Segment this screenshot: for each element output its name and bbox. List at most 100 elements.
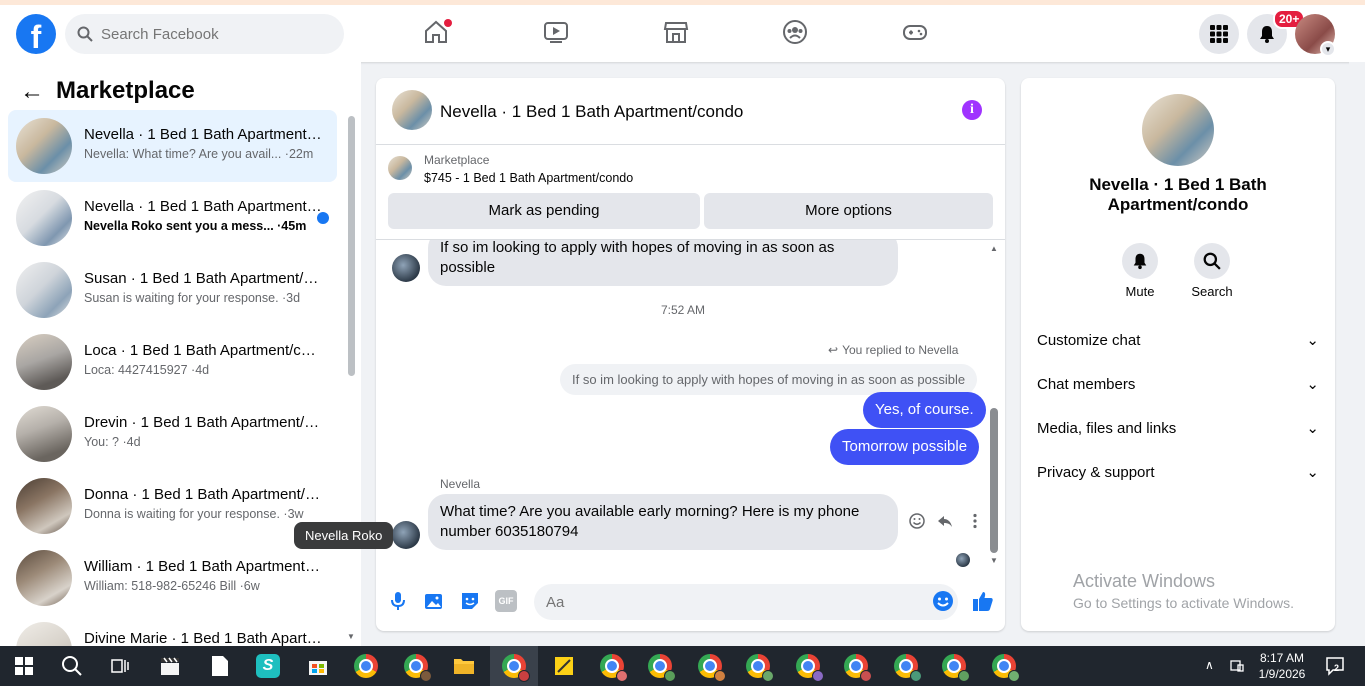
watch-icon[interactable] [543,19,569,45]
thumbs-up-icon[interactable] [972,590,994,612]
conversation-preview: Donna is waiting for your response. ·3w [84,507,304,521]
start-button[interactable] [0,646,48,686]
taskbar-app-store[interactable] [294,646,342,686]
reply-indicator: ↩ You replied to Nevella [828,343,958,357]
menu-button[interactable] [1199,14,1239,54]
taskbar-app-chrome-active[interactable] [490,646,538,686]
listing-thumbnail [16,550,72,606]
conversation-item[interactable]: Nevella · 1 Bed 1 Bath Apartment/condo N… [8,110,337,182]
chat-scrollbar[interactable] [990,408,998,553]
photo-icon[interactable] [423,590,445,612]
conversation-title: Nevella · 1 Bed 1 Bath Apartment/condo [84,126,324,143]
taskbar-app-chrome-profile[interactable] [832,646,880,686]
taskbar-app-video-editor[interactable] [146,646,194,686]
action-center-button[interactable]: 2 [1325,656,1345,676]
sticker-icon[interactable] [459,590,481,612]
marketplace-icon[interactable] [663,19,689,45]
conversation-preview: Susan is waiting for your response. ·3d [84,291,301,305]
chevron-up-icon[interactable]: ∧ [1205,658,1214,672]
outgoing-message[interactable]: Yes, of course. [863,392,986,428]
taskbar-app-chrome-profile[interactable] [392,646,440,686]
page-scrollbar[interactable] [1349,62,1365,646]
facebook-logo[interactable]: f [16,14,56,54]
taskbar-app-chrome-profile[interactable] [980,646,1028,686]
message-list: If so im looking to apply with hopes of … [376,240,1005,570]
message-input[interactable] [534,584,958,620]
taskbar-app-chrome[interactable] [342,646,390,686]
conversation-title: Susan · 1 Bed 1 Bath Apartment/condo [84,270,324,287]
react-icon[interactable] [908,512,926,530]
taskbar-app-file-explorer[interactable] [440,646,488,686]
conversation-title: Nevella · 1 Bed 1 Bath Apartment/condo [84,198,324,215]
search-conversation-button[interactable]: Search [1182,243,1242,299]
incoming-message[interactable]: What time? Are you available early morni… [428,494,898,550]
chat-listing-thumbnail[interactable] [392,90,432,130]
profile-mini-icon [714,670,726,682]
back-arrow-icon[interactable]: ← [20,78,44,106]
clock-date: 1/9/2026 [1258,667,1306,681]
reply-label: You replied to Nevella [842,343,959,357]
conversation-item[interactable]: Susan · 1 Bed 1 Bath Apartment/condo Sus… [8,254,337,326]
conversation-item[interactable]: Loca · 1 Bed 1 Bath Apartment/condo Loca… [8,326,337,398]
microphone-icon[interactable] [387,590,409,612]
profile-mini-icon [958,670,970,682]
conversation-item[interactable]: Drevin · 1 Bed 1 Bath Apartment/condo Yo… [8,398,337,470]
listing-photo[interactable] [1142,94,1214,166]
taskbar-app-chrome-profile[interactable] [636,646,684,686]
gaming-icon[interactable] [902,19,928,45]
conversation-item[interactable]: Divine Marie · 1 Bed 1 Bath Apartment/co… [8,614,337,646]
section-label: Media, files and links [1037,419,1177,437]
taskbar-app-chrome-profile[interactable] [734,646,782,686]
search-input[interactable] [101,25,321,43]
more-vertical-icon[interactable] [966,512,984,530]
marketplace-inbox-sidebar: ← Marketplace Nevella · 1 Bed 1 Bath Apa… [0,62,361,646]
chat-title[interactable]: Nevella · 1 Bed 1 Bath Apartment/condo [440,102,743,122]
privacy-support-section[interactable]: Privacy & support ⌄ [1037,454,1319,490]
reply-icon[interactable] [936,512,954,530]
conversation-preview: Loca: 4427415927 ·4d [84,363,210,377]
listing-price-title[interactable]: $745 - 1 Bed 1 Bath Apartment/condo [424,171,633,185]
taskbar-app-chrome-profile[interactable] [686,646,734,686]
mute-button[interactable]: Mute [1110,243,1170,299]
conversation-item[interactable]: Nevella · 1 Bed 1 Bath Apartment/condo N… [8,182,337,254]
taskbar-app-notepad[interactable] [196,646,244,686]
taskbar-app-chrome-profile[interactable] [930,646,978,686]
taskbar-app-surfshark[interactable]: S [244,646,292,686]
media-files-links-section[interactable]: Media, files and links ⌄ [1037,410,1319,446]
quoted-message[interactable]: If so im looking to apply with hopes of … [560,364,978,395]
groups-icon[interactable] [782,19,808,45]
conversation-preview: William: 518-982-65246 Bill ·6w [84,579,260,593]
sidebar-scrollbar[interactable] [348,116,355,376]
taskbar-app-chrome-profile[interactable] [882,646,930,686]
more-options-button[interactable]: More options [704,193,993,229]
incoming-message[interactable]: If so im looking to apply with hopes of … [428,240,898,286]
listing-thumbnail [16,622,72,646]
conversation-item[interactable]: William · 1 Bed 1 Bath Apartment/condo W… [8,542,337,614]
account-chevron-down-icon[interactable]: ▾ [1320,41,1336,57]
windows-activation-watermark: Activate Windows Go to Settings to activ… [1073,571,1294,611]
profile-mini-icon [616,670,628,682]
search-box[interactable] [65,14,344,54]
info-icon[interactable]: i [962,100,982,120]
listing-thumbnail [16,406,72,462]
outgoing-message[interactable]: Tomorrow possible [830,429,980,465]
system-clock[interactable]: 8:17 AM 1/9/2026 [1252,650,1312,682]
taskbar-app-chrome-profile[interactable] [588,646,636,686]
emoji-icon[interactable] [932,590,954,612]
mark-as-pending-button[interactable]: Mark as pending [388,193,700,229]
gif-icon[interactable]: GIF [495,590,517,612]
taskbar-app-sticky-notes[interactable] [540,646,588,686]
conversation-info-panel: Nevella · 1 Bed 1 Bath Apartment/condo M… [1021,78,1335,631]
conversation-title: Drevin · 1 Bed 1 Bath Apartment/condo [84,414,324,431]
chat-members-section[interactable]: Chat members ⌄ [1037,366,1319,402]
conversation-item[interactable]: Donna · 1 Bed 1 Bath Apartment/condo Don… [8,470,337,542]
customize-chat-section[interactable]: Customize chat ⌄ [1037,322,1319,358]
scroll-up-arrow-icon[interactable]: ▲ [990,244,998,253]
section-label: Customize chat [1037,331,1141,349]
taskbar-app-chrome-profile[interactable] [784,646,832,686]
scroll-down-arrow-icon[interactable]: ▼ [347,632,355,641]
scroll-down-arrow-icon[interactable]: ▼ [990,556,998,565]
network-icon[interactable] [1229,658,1245,674]
task-view-button[interactable] [96,646,144,686]
taskbar-search-button[interactable] [48,646,96,686]
